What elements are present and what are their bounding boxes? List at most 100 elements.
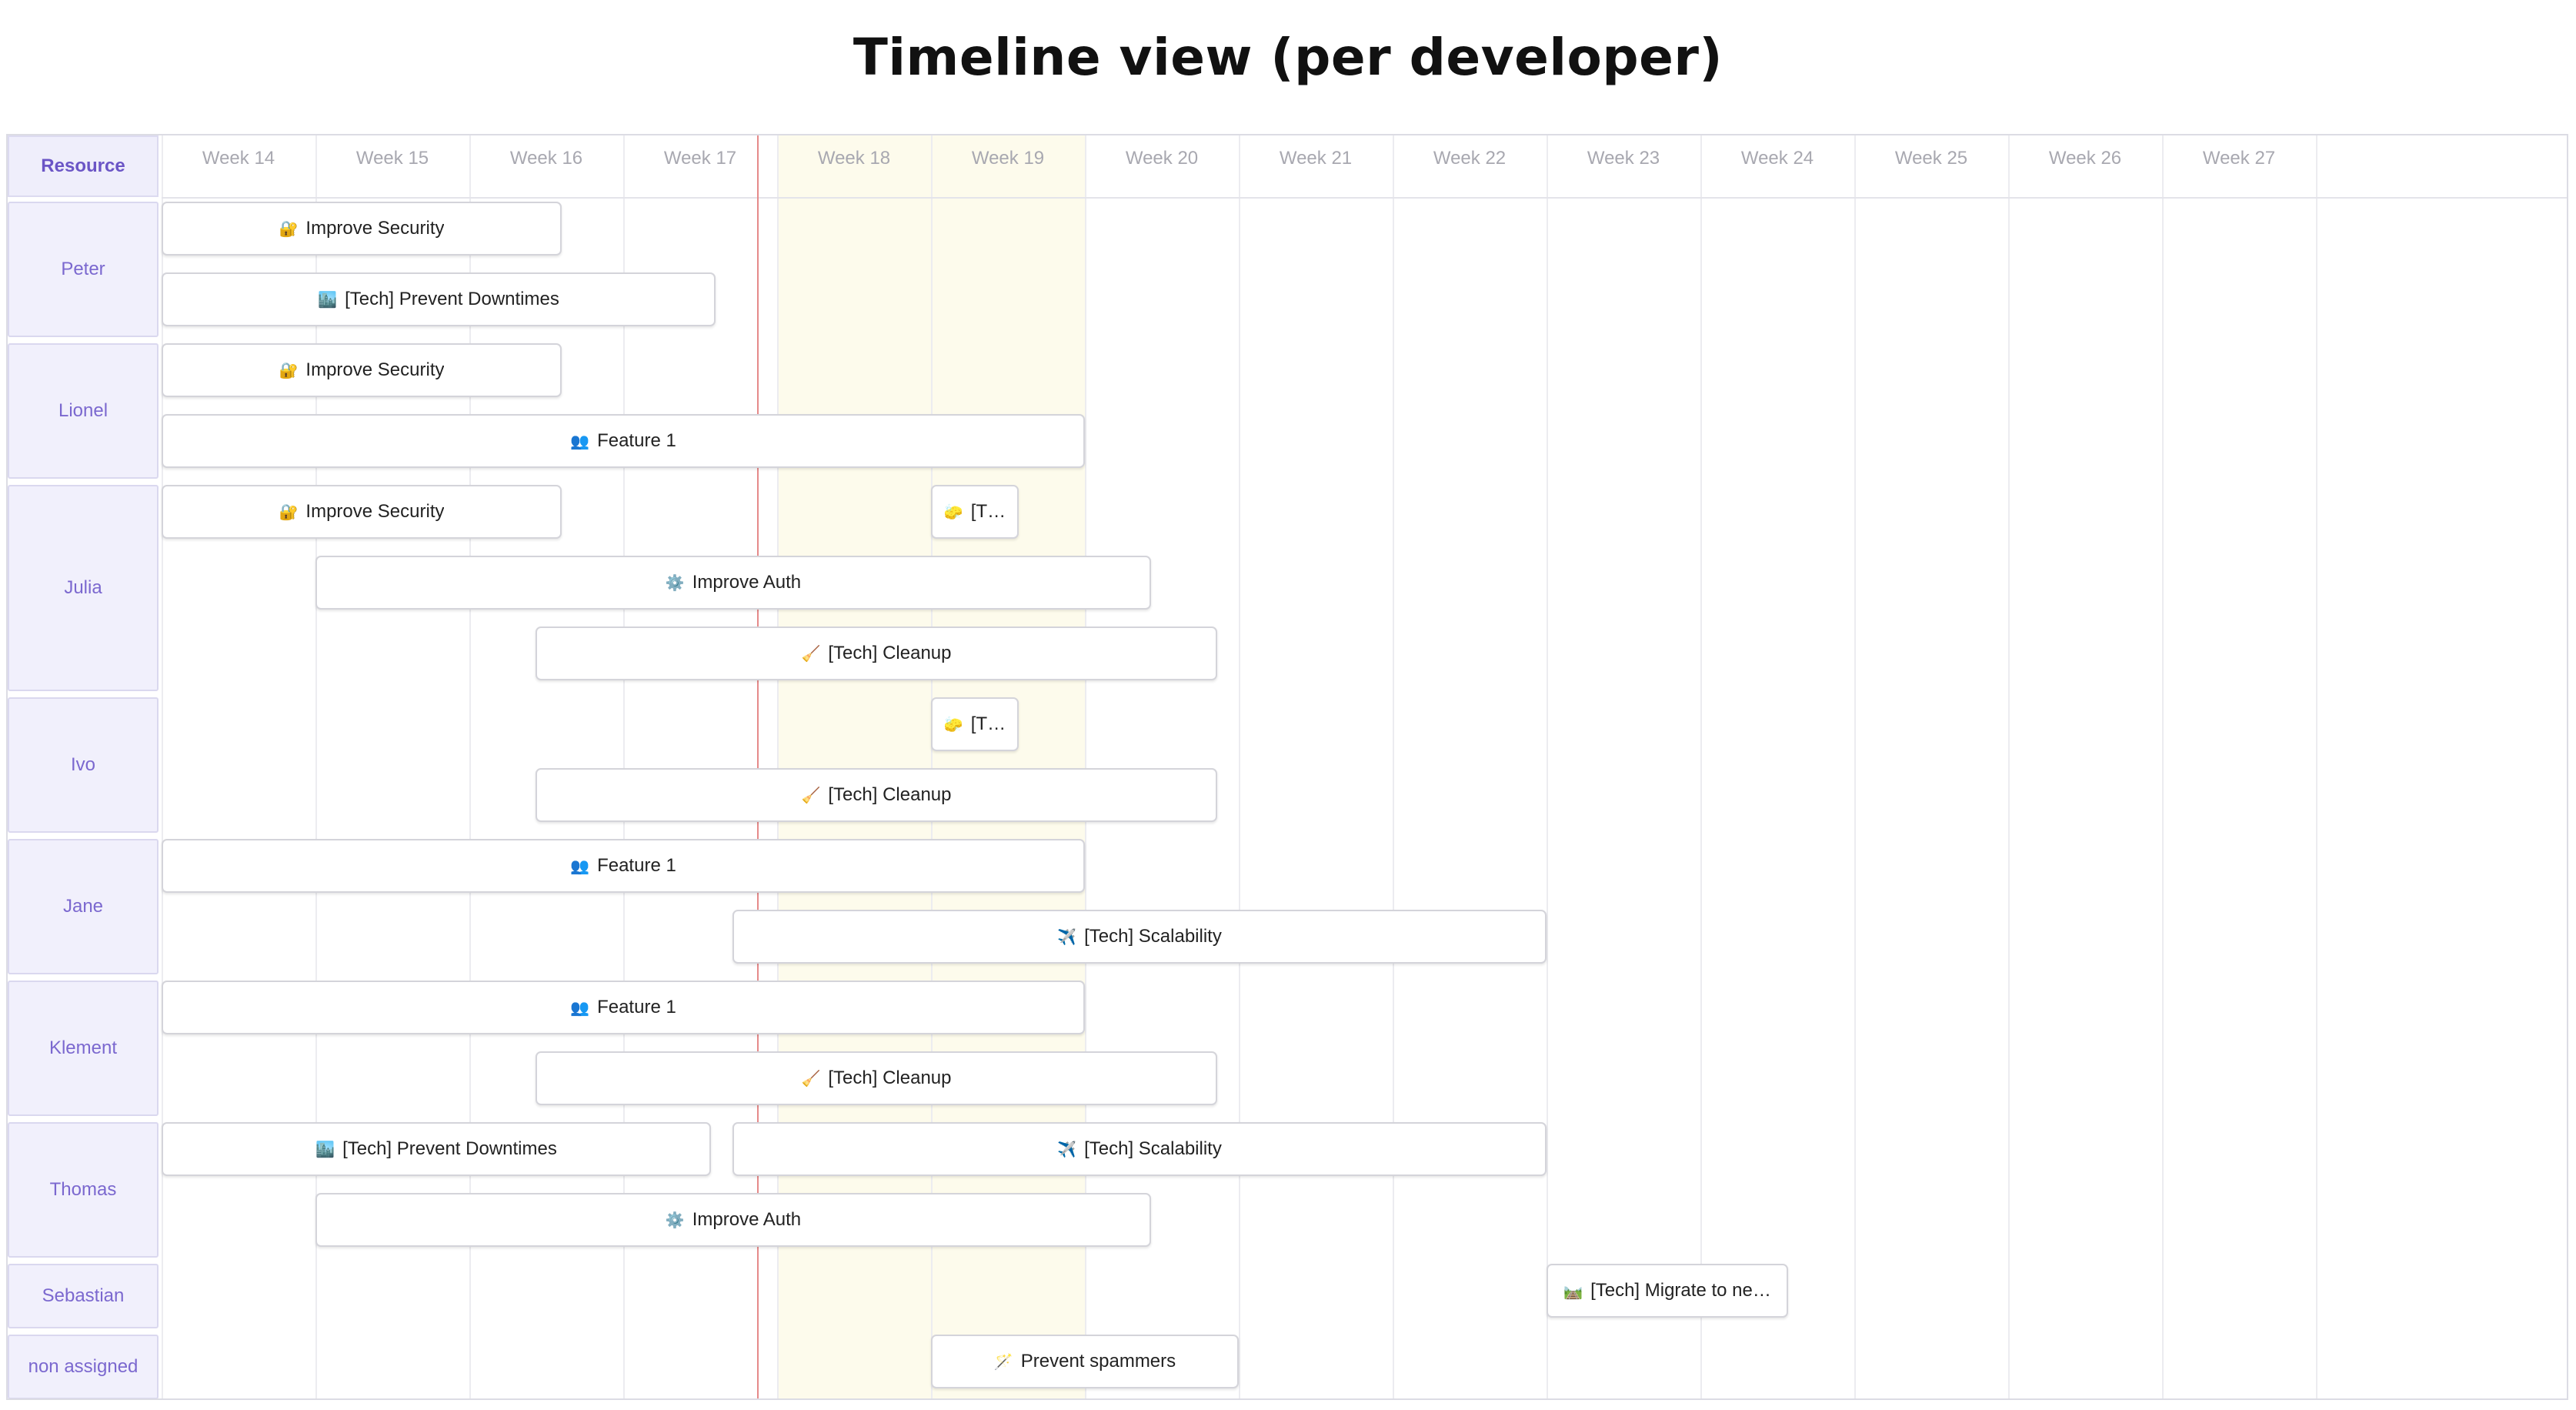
- airplane-icon: ✈️: [1057, 928, 1077, 946]
- resource-column-header[interactable]: Resource: [8, 135, 158, 197]
- task-label: Feature 1: [597, 997, 676, 1017]
- task-bar[interactable]: ⚙️ Improve Auth: [315, 556, 1151, 610]
- people-icon: 👥: [570, 999, 590, 1017]
- airplane-icon: ✈️: [1057, 1141, 1077, 1158]
- task-bar[interactable]: 🏙️ [Tech] Prevent Downtimes: [162, 272, 716, 326]
- resource-name: Sebastian: [42, 1285, 125, 1306]
- task-label: Feature 1: [597, 855, 676, 876]
- task-bar[interactable]: 👥 Feature 1: [162, 839, 1085, 893]
- task-bar[interactable]: 🧽 [T…: [931, 697, 1019, 751]
- task-bar[interactable]: 🔐 Improve Security: [162, 343, 562, 397]
- task-label: Improve Security: [305, 218, 445, 239]
- week-header: Week 19: [971, 148, 1045, 169]
- timeline-grid: Resource Week 14 Week 15 Week 16 Week 17 Wee…: [6, 134, 2568, 1400]
- resource-klement[interactable]: Klement: [8, 981, 158, 1116]
- resource-non-assigned[interactable]: non assigned: [8, 1335, 158, 1398]
- task-bar[interactable]: 🧹 [Tech] Cleanup: [536, 768, 1217, 822]
- task-label: [Tech] Cleanup: [828, 643, 952, 663]
- task-bar[interactable]: 👥 Feature 1: [162, 981, 1085, 1034]
- week-divider: [1239, 135, 1240, 1398]
- week-header: Week 16: [509, 148, 583, 169]
- cityscape-icon: 🏙️: [318, 291, 338, 309]
- task-bar[interactable]: 🏙️ [Tech] Prevent Downtimes: [162, 1122, 711, 1176]
- week-header: Week 25: [1894, 148, 1968, 169]
- sponge-icon: 🧽: [943, 716, 963, 733]
- broom-icon: 🧹: [801, 1070, 821, 1088]
- task-label: Prevent spammers: [1020, 1351, 1176, 1372]
- week-header: Week 24: [1740, 148, 1814, 169]
- week-divider: [1700, 135, 1702, 1398]
- resource-lionel[interactable]: Lionel: [8, 343, 158, 479]
- week-header: Week 22: [1433, 148, 1507, 169]
- resource-name: Peter: [61, 259, 105, 279]
- task-bar[interactable]: 🔐 Improve Security: [162, 485, 562, 539]
- week-divider: [2008, 135, 2010, 1398]
- resource-julia[interactable]: Julia: [8, 485, 158, 691]
- task-bar[interactable]: ✈️ [Tech] Scalability: [732, 910, 1547, 964]
- task-label: Improve Security: [305, 501, 445, 522]
- task-label: [Tech] Prevent Downtimes: [345, 289, 559, 309]
- week-divider: [2162, 135, 2164, 1398]
- task-label: [Tech] Scalability: [1084, 926, 1222, 947]
- task-label: [Tech] Cleanup: [828, 1068, 952, 1088]
- week-header: Week 21: [1279, 148, 1353, 169]
- railway-track-icon: 🛤️: [1563, 1282, 1583, 1300]
- resource-sebastian[interactable]: Sebastian: [8, 1264, 158, 1328]
- broom-icon: 🧹: [801, 787, 821, 804]
- resource-jane[interactable]: Jane: [8, 839, 158, 974]
- task-bar[interactable]: 🪄 Prevent spammers: [931, 1335, 1239, 1388]
- task-label: Feature 1: [597, 430, 676, 451]
- task-label: [Tech] Migrate to ne…: [1590, 1280, 1771, 1301]
- cityscape-icon: 🏙️: [315, 1141, 335, 1158]
- header-divider: [162, 197, 2567, 199]
- task-label: [Tech] Scalability: [1084, 1138, 1222, 1159]
- resource-name: Klement: [48, 1037, 118, 1058]
- week-header: Week 27: [2202, 148, 2276, 169]
- week-header: Week 20: [1125, 148, 1199, 169]
- people-icon: 👥: [570, 433, 590, 450]
- task-bar[interactable]: 🧹 [Tech] Cleanup: [536, 1051, 1217, 1105]
- people-icon: 👥: [570, 857, 590, 875]
- week-header: Week 26: [2048, 148, 2122, 169]
- resource-peter[interactable]: Peter: [8, 202, 158, 337]
- broom-icon: 🧹: [801, 645, 821, 663]
- week-header: Week 17: [663, 148, 737, 169]
- task-bar[interactable]: 👥 Feature 1: [162, 414, 1085, 468]
- week-divider: [1547, 135, 1548, 1398]
- week-divider: [1854, 135, 1856, 1398]
- task-label: [T…: [970, 713, 1006, 734]
- sponge-icon: 🧽: [943, 503, 963, 521]
- week-header: Week 18: [817, 148, 891, 169]
- lock-with-key-icon: 🔐: [279, 362, 299, 379]
- week-header: Week 15: [355, 148, 429, 169]
- gear-icon: ⚙️: [665, 574, 685, 592]
- week-divider: [2316, 135, 2317, 1398]
- resource-ivo[interactable]: Ivo: [8, 697, 158, 833]
- task-label: [Tech] Prevent Downtimes: [342, 1138, 557, 1159]
- resource-name: Lionel: [58, 400, 108, 421]
- task-bar[interactable]: 🧽 [T…: [931, 485, 1019, 539]
- task-label: [Tech] Cleanup: [828, 784, 952, 805]
- resource-name: Jane: [62, 896, 104, 917]
- task-bar[interactable]: 🧹 [Tech] Cleanup: [536, 626, 1217, 680]
- week-divider: [1393, 135, 1394, 1398]
- resource-name: Ivo: [70, 754, 95, 775]
- task-bar[interactable]: ✈️ [Tech] Scalability: [732, 1122, 1547, 1176]
- task-label: [T…: [970, 501, 1006, 522]
- week-header: Week 14: [202, 148, 275, 169]
- page-title: Timeline view (per developer): [853, 28, 1723, 87]
- resource-name: non assigned: [28, 1356, 138, 1377]
- task-bar[interactable]: 🔐 Improve Security: [162, 202, 562, 256]
- resource-name: Julia: [64, 577, 102, 598]
- task-bar[interactable]: ⚙️ Improve Auth: [315, 1193, 1151, 1247]
- week-header: Week 23: [1587, 148, 1660, 169]
- magic-wand-icon: 🪄: [993, 1353, 1013, 1371]
- lock-with-key-icon: 🔐: [279, 220, 299, 238]
- task-label: Improve Auth: [692, 572, 802, 593]
- task-bar[interactable]: 🛤️ [Tech] Migrate to ne…: [1547, 1264, 1788, 1318]
- resource-thomas[interactable]: Thomas: [8, 1122, 158, 1258]
- gear-icon: ⚙️: [665, 1211, 685, 1229]
- resource-name: Thomas: [49, 1179, 117, 1200]
- timeline-page: Timeline view (per developer) Resource W…: [0, 0, 2576, 1410]
- task-label: Improve Security: [305, 359, 445, 380]
